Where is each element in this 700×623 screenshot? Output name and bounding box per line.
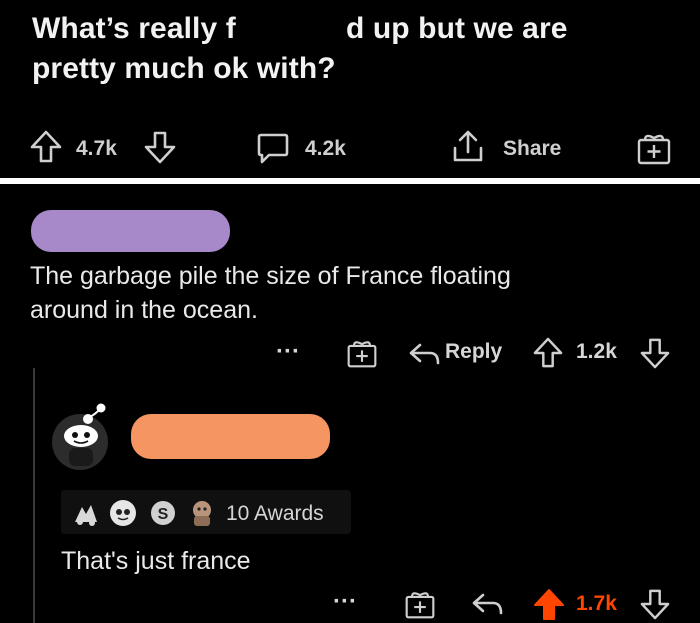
award-2-icon xyxy=(110,500,136,526)
username-redaction-purple xyxy=(31,210,230,252)
reply-label[interactable]: Reply xyxy=(445,340,502,364)
post-title-part1: What’s really f xyxy=(32,12,236,45)
award-1-icon xyxy=(72,502,98,528)
reply-body: That's just france xyxy=(61,547,251,575)
downvote-icon[interactable] xyxy=(144,130,176,164)
comment-downvote-icon[interactable] xyxy=(640,337,670,369)
award-silver-icon: S xyxy=(151,501,175,525)
reply-upvote-icon-active[interactable] xyxy=(533,588,565,622)
reply-reply-icon[interactable] xyxy=(471,591,503,617)
comment-body-line-1: The garbage pile the size of France floa… xyxy=(30,262,511,290)
award-4-icon xyxy=(188,498,214,526)
reply-downvote-icon[interactable] xyxy=(640,588,670,620)
svg-text:S: S xyxy=(158,506,169,523)
awards-count: 10 Awards xyxy=(226,502,324,525)
reply-score: 1.7k xyxy=(576,592,617,615)
upvote-icon[interactable] xyxy=(30,130,62,164)
post-title-part2: d up but we are xyxy=(346,12,568,45)
comment-icon[interactable] xyxy=(256,131,290,165)
post-panel: What’s really f d up but we are pretty m… xyxy=(0,0,700,178)
comment-score: 1.2k xyxy=(576,340,617,363)
reply-award-icon[interactable] xyxy=(404,588,436,620)
share-label[interactable]: Share xyxy=(503,137,561,161)
comment-more-button[interactable]: ··· xyxy=(276,338,300,366)
share-icon[interactable] xyxy=(450,128,486,164)
reply-more-button[interactable]: ··· xyxy=(333,588,357,616)
post-comment-count: 4.2k xyxy=(305,137,346,160)
post-score: 4.7k xyxy=(76,137,117,160)
comment-upvote-icon[interactable] xyxy=(533,337,563,369)
thread-line xyxy=(33,368,35,623)
avatar[interactable] xyxy=(50,400,120,470)
username-redaction-orange xyxy=(131,414,330,459)
comment-award-icon[interactable] xyxy=(346,337,378,369)
award-gift-icon[interactable] xyxy=(636,130,672,166)
reply-icon[interactable] xyxy=(408,341,440,367)
comment-body-line-2: around in the ocean. xyxy=(30,296,258,324)
post-title-line2: pretty much ok with? xyxy=(32,52,336,85)
